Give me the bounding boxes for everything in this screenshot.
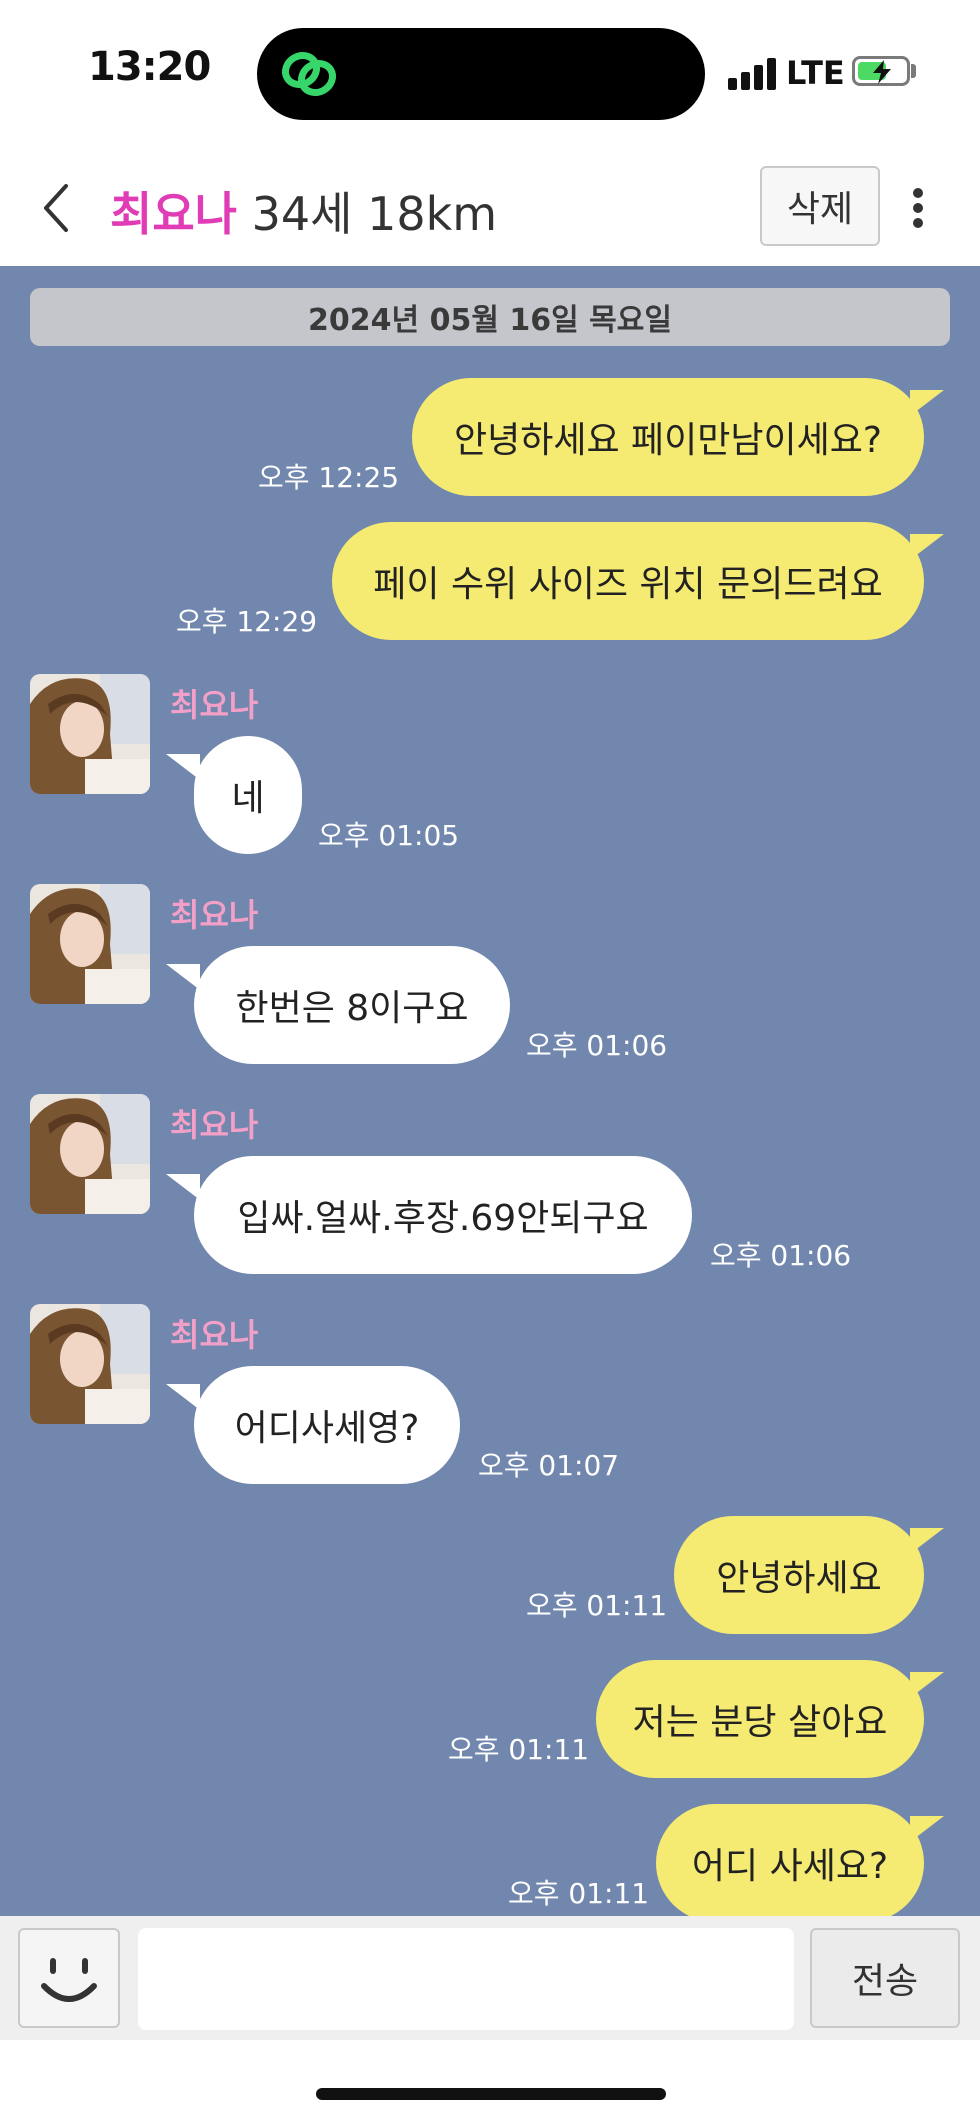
message-time: 오후 12:25 (258, 461, 400, 494)
bubble-tail (166, 1384, 200, 1410)
profile-photo (30, 1304, 150, 1424)
sender-name: 최요나 (170, 896, 259, 934)
message-time: 오후 01:06 (710, 1239, 852, 1272)
delete-button[interactable]: 삭제 (760, 166, 880, 246)
avatar[interactable] (30, 1304, 150, 1424)
message-time: 오후 12:29 (176, 605, 318, 638)
avatar[interactable] (30, 884, 150, 1004)
their-message-bubble: 한번은 8이구요 (194, 946, 510, 1064)
message-time: 오후 01:11 (448, 1733, 590, 1766)
my-message-bubble: 안녕하세요 (674, 1516, 924, 1634)
my-message-bubble: 페이 수위 사이즈 위치 문의드려요 (332, 522, 924, 640)
home-indicator (316, 2088, 666, 2100)
status-time: 13:20 (88, 44, 211, 90)
emoji-button[interactable] (18, 1928, 120, 2028)
contact-info: 34세 18km (251, 187, 498, 241)
their-message-bubble: 네 (194, 736, 302, 854)
avatar[interactable] (30, 1094, 150, 1214)
signal-icon (728, 56, 778, 90)
date-divider: 2024년 05월 16일 목요일 (30, 288, 950, 346)
send-button[interactable]: 전송 (810, 1928, 960, 2028)
message-time: 오후 01:06 (526, 1029, 668, 1062)
bubble-tail (166, 1174, 200, 1200)
my-message-bubble: 저는 분당 살아요 (596, 1660, 924, 1778)
dynamic-island (257, 28, 705, 120)
profile-photo (30, 884, 150, 1004)
back-button[interactable] (36, 178, 76, 238)
more-options-icon[interactable] (906, 184, 930, 232)
sender-name: 최요나 (170, 686, 259, 724)
network-label: LTE (786, 54, 845, 92)
my-message-bubble: 어디 사세요? (656, 1804, 924, 1916)
profile-photo (30, 1094, 150, 1214)
smiley-icon (41, 1958, 97, 2002)
chat-title: 최요나 34세 18km (110, 178, 497, 244)
their-message-bubble: 입싸.얼싸.후장.69안되구요 (194, 1156, 692, 1274)
sender-name: 최요나 (170, 1106, 259, 1144)
battery-cap (911, 64, 916, 78)
profile-photo (30, 674, 150, 794)
bubble-tail (166, 964, 200, 990)
sender-name: 최요나 (170, 1316, 259, 1354)
battery-icon (852, 56, 910, 86)
message-time: 오후 01:11 (526, 1589, 668, 1622)
my-message-bubble: 안녕하세요 페이만남이세요? (412, 378, 924, 496)
contact-name: 최요나 (110, 187, 237, 241)
their-message-bubble: 어디사세영? (194, 1366, 460, 1484)
message-time: 오후 01:07 (478, 1449, 620, 1482)
charging-bolt-icon (873, 60, 891, 84)
message-input[interactable] (138, 1928, 794, 2030)
chat-area[interactable]: 2024년 05월 16일 목요일 안녕하세요 페이만남이세요? 오후 12:2… (0, 266, 980, 1916)
message-input-bar: 전송 (0, 1916, 980, 2040)
message-time: 오후 01:05 (318, 819, 460, 852)
avatar[interactable] (30, 674, 150, 794)
app-link-icon (281, 51, 337, 97)
message-time: 오후 01:11 (508, 1877, 650, 1910)
